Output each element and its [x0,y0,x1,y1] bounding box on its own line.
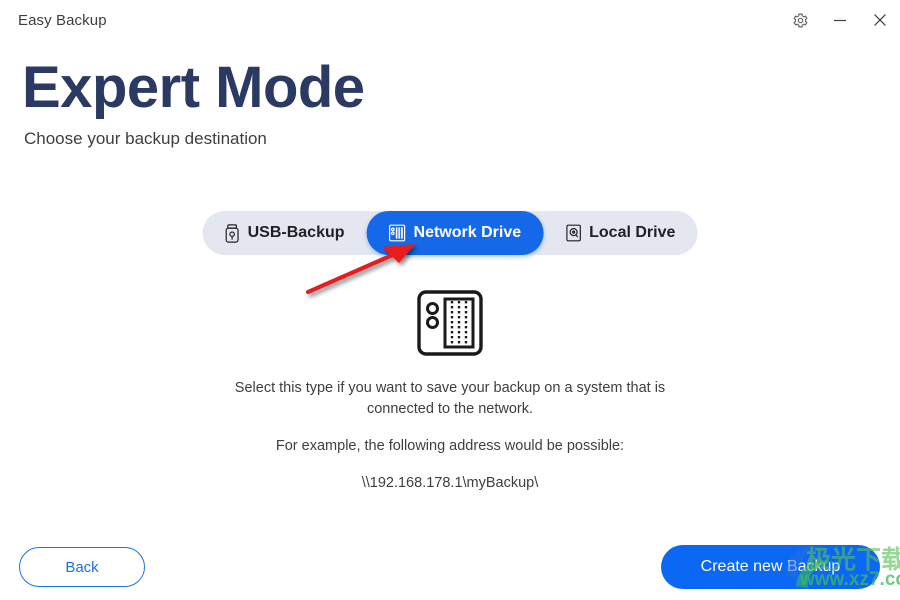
nas-server-icon [388,224,406,242]
example-address: \\192.168.178.1\myBackup\ [361,475,539,492]
minimize-icon [831,11,849,29]
app-title: Easy Backup [18,11,107,29]
description-secondary: For example, the following address would… [275,438,625,455]
title-bar: Easy Backup [0,0,900,40]
back-button[interactable]: Back [19,547,145,587]
tab-label: Local Drive [589,224,676,241]
description-primary: Select this type if you want to save you… [234,380,666,418]
gear-icon [792,12,809,29]
page-subtitle: Choose your backup destination [24,128,267,148]
destination-description: Select this type if you want to save you… [200,378,700,494]
page-heading: Expert Mode Choose your backup destinati… [22,55,365,149]
create-new-backup-button[interactable]: Create new Backup [661,545,880,589]
nas-enclosure-icon [417,290,483,361]
tab-label: Network Drive [413,224,522,241]
minimize-button[interactable] [820,2,860,38]
close-icon [871,11,889,29]
destination-tabbar: USB-Backup Network Drive Local Drive [202,211,698,255]
tab-label: USB-Backup [247,224,345,241]
tab-network-drive[interactable]: Network Drive [366,211,544,255]
usb-stick-icon [225,223,240,243]
address-spacer [200,457,700,473]
page-title: Expert Mode [22,55,365,120]
close-button[interactable] [860,2,900,38]
tab-usb-backup[interactable]: USB-Backup [203,211,367,255]
window-controls [780,0,900,40]
settings-button[interactable] [780,2,820,38]
tab-local-drive[interactable]: Local Drive [543,211,697,255]
hard-disk-icon [565,224,581,242]
